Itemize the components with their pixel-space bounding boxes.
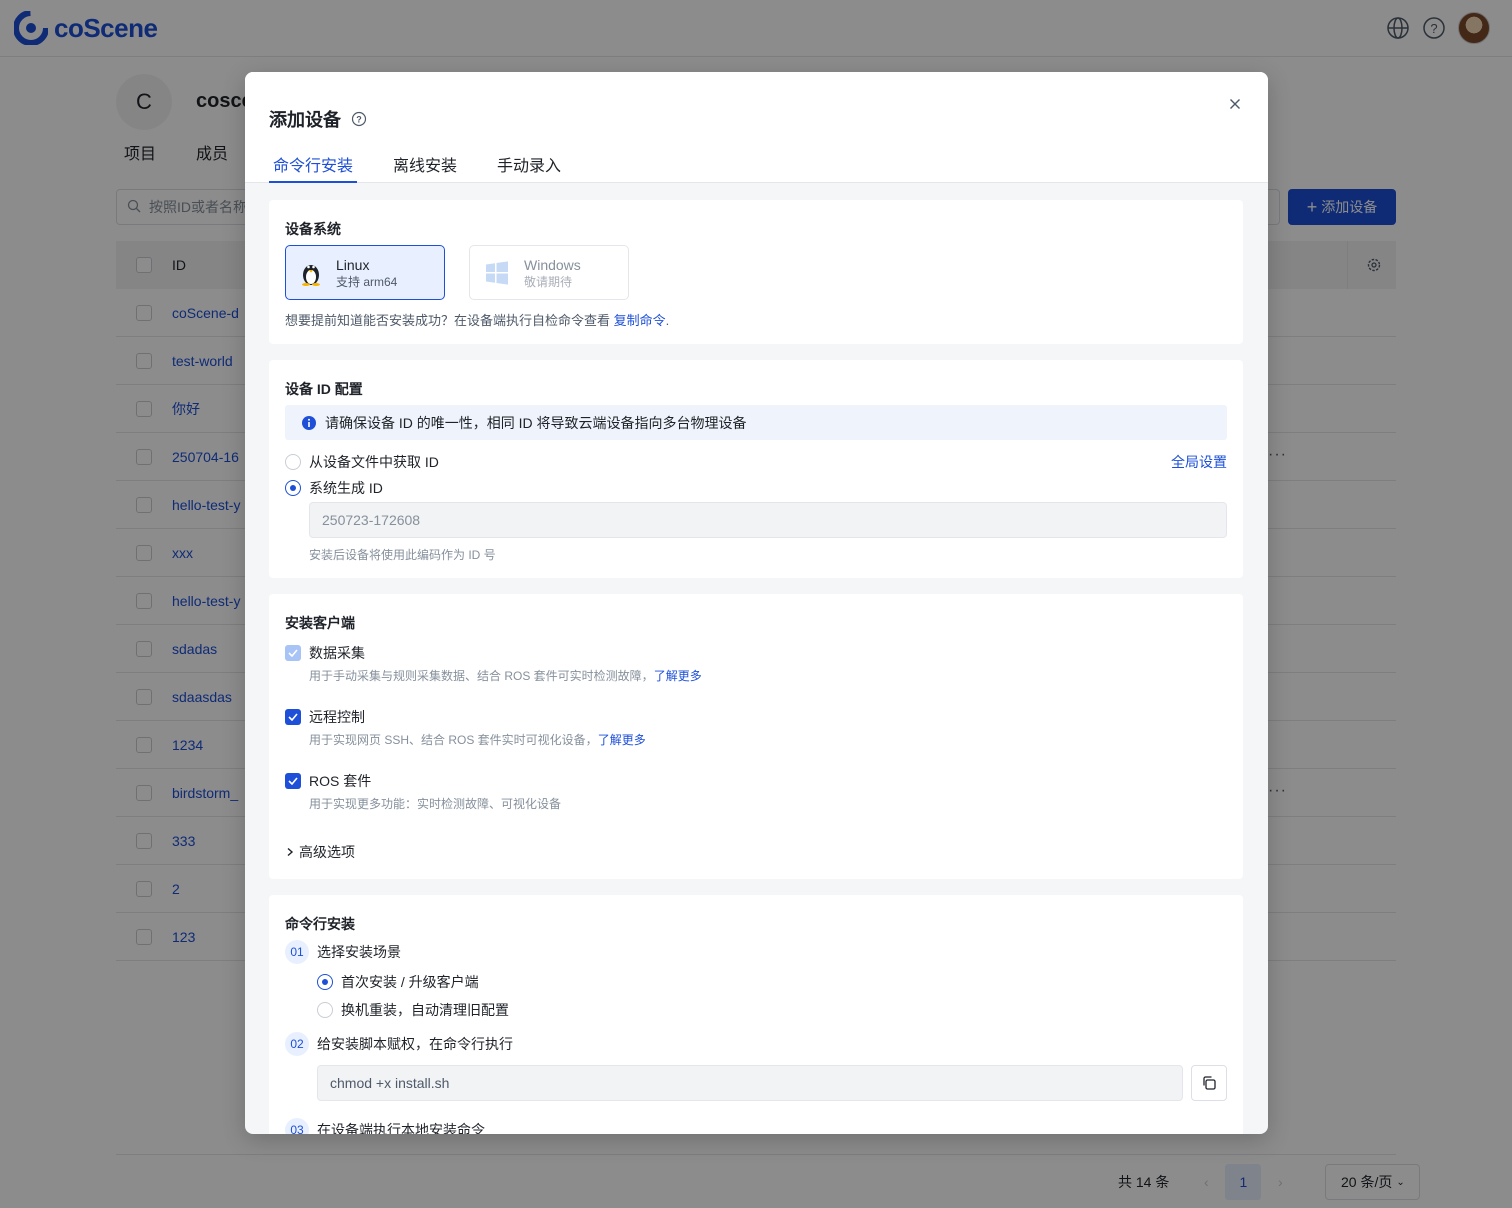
id-from-file-label: 从设备文件中获取 ID [309, 454, 439, 470]
scene-first-install-option[interactable]: 首次安装 / 升级客户端 [317, 972, 479, 992]
remote-control-checkbox[interactable] [285, 709, 301, 725]
client-card: 安装客户端 数据采集 用于手动采集与规则采集数据、结合 ROS 套件可实时检测故… [269, 594, 1243, 879]
client-data-collection: 数据采集 用于手动采集与规则采集数据、结合 ROS 套件可实时检测故障，了解更多 [285, 643, 702, 684]
uniqueness-info-bar: 请确保设备 ID 的唯一性，相同 ID 将导致云端设备指向多台物理设备 [285, 405, 1227, 440]
precheck-hint-text: 想要提前知道能否安装成功？在设备端执行自检命令查看 [285, 313, 611, 328]
copy-command-button[interactable] [1191, 1065, 1227, 1101]
os-option-windows: Windows 敬请期待 [469, 245, 629, 300]
client-ros-suite: ROS 套件 用于实现更多功能：实时检测故障、可视化设备 [285, 771, 561, 812]
learn-more-link[interactable]: 了解更多 [654, 669, 702, 683]
step-1-label: 选择安装场景 [317, 944, 401, 960]
ros-suite-checkbox[interactable] [285, 773, 301, 789]
modal-header: 添加设备 ? 命令行安装 离线安装 手动录入 [245, 72, 1268, 183]
modal-title: 添加设备 ? [269, 106, 367, 132]
data-collection-desc-text: 用于手动采集与规则采集数据、结合 ROS 套件可实时检测故障， [309, 669, 654, 683]
precheck-hint-end: . [665, 313, 670, 328]
remote-control-label: 远程控制 [309, 709, 365, 725]
windows-label: Windows [524, 256, 581, 273]
ros-suite-label: ROS 套件 [309, 773, 372, 789]
info-icon [302, 415, 316, 430]
scene-first-install-radio[interactable] [317, 974, 333, 990]
os-section-title: 设备系统 [285, 221, 341, 237]
copy-icon [1203, 1076, 1216, 1090]
data-collection-label: 数据采集 [309, 645, 365, 661]
scene-reinstall-label: 换机重装，自动清理旧配置 [341, 1002, 509, 1018]
install-tabs: 命令行安装 离线安装 手动录入 [269, 150, 597, 183]
step-2-number: 02 [285, 1032, 309, 1056]
advanced-options-toggle[interactable]: 高级选项 [285, 842, 355, 862]
checkmark-icon [288, 649, 298, 657]
tab-cli-install[interactable]: 命令行安装 [269, 150, 358, 183]
id-section-title: 设备 ID 配置 [285, 381, 363, 397]
generated-id-field[interactable]: 250723-172608 [309, 502, 1227, 538]
windows-icon [486, 260, 508, 285]
linux-penguin-icon [302, 264, 320, 286]
cli-section-title: 命令行安装 [285, 916, 355, 932]
data-collection-checkbox [285, 645, 301, 661]
os-option-linux[interactable]: Linux 支持 arm64 [285, 245, 445, 300]
remote-control-desc: 用于实现网页 SSH、结合 ROS 套件实时可视化设备，了解更多 [309, 731, 646, 748]
copy-command-link[interactable]: 复制命令 [614, 313, 666, 328]
scene-reinstall-radio[interactable] [317, 1002, 333, 1018]
client-section-title: 安装客户端 [285, 615, 355, 631]
scene-reinstall-option[interactable]: 换机重装，自动清理旧配置 [317, 1000, 509, 1020]
step-1-number: 01 [285, 940, 309, 964]
os-card: 设备系统 Linux 支持 arm64 Windows 敬请期待 想要提前知道能… [269, 200, 1243, 344]
modal-title-text: 添加设备 [269, 110, 341, 130]
ros-suite-desc: 用于实现更多功能：实时检测故障、可视化设备 [309, 797, 562, 811]
tab-offline-install[interactable]: 离线安装 [389, 150, 461, 183]
client-remote-control: 远程控制 用于实现网页 SSH、结合 ROS 套件实时可视化设备，了解更多 [285, 707, 646, 748]
step-2-label: 给安装脚本赋权，在命令行执行 [317, 1036, 513, 1052]
data-collection-desc: 用于手动采集与规则采集数据、结合 ROS 套件可实时检测故障，了解更多 [309, 667, 702, 684]
scene-first-install-label: 首次安装 / 升级客户端 [341, 974, 479, 990]
step-3-number: 03 [285, 1118, 309, 1134]
step-2: 02 给安装脚本赋权，在命令行执行 [285, 1032, 513, 1056]
advanced-options-label: 高级选项 [299, 844, 355, 860]
generated-id-note: 安装后设备将使用此编码作为 ID 号 [309, 548, 496, 562]
cli-card: 命令行安装 01 选择安装场景 首次安装 / 升级客户端 换机重装，自动清理旧配… [269, 895, 1243, 1134]
step-3-label: 在设备端执行本地安装命令 [317, 1122, 485, 1134]
svg-text:?: ? [356, 115, 362, 125]
step-1: 01 选择安装场景 [285, 940, 401, 964]
checkmark-icon [288, 713, 298, 721]
id-system-generated-label: 系统生成 ID [309, 480, 383, 496]
device-id-card: 设备 ID 配置 请确保设备 ID 的唯一性，相同 ID 将导致云端设备指向多台… [269, 360, 1243, 578]
learn-more-link[interactable]: 了解更多 [598, 733, 646, 747]
uniqueness-info-text: 请确保设备 ID 的唯一性，相同 ID 将导致云端设备指向多台物理设备 [325, 414, 747, 431]
windows-sublabel: 敬请期待 [524, 274, 573, 289]
remote-control-desc-text: 用于实现网页 SSH、结合 ROS 套件实时可视化设备， [309, 733, 598, 747]
chmod-command-field[interactable]: chmod +x install.sh [317, 1065, 1183, 1101]
help-icon[interactable]: ? [351, 111, 367, 127]
id-from-file-radio[interactable] [285, 454, 301, 470]
global-settings-link[interactable]: 全局设置 [1171, 452, 1227, 472]
id-system-generated-option[interactable]: 系统生成 ID [285, 478, 383, 498]
linux-sublabel: 支持 arm64 [336, 274, 398, 289]
id-from-file-option[interactable]: 从设备文件中获取 ID [285, 452, 439, 472]
linux-label: Linux [336, 256, 370, 273]
close-icon[interactable] [1227, 96, 1243, 112]
id-system-generated-radio[interactable] [285, 480, 301, 496]
tab-manual-entry[interactable]: 手动录入 [493, 150, 565, 183]
precheck-hint: 想要提前知道能否安装成功？在设备端执行自检命令查看 复制命令. [285, 310, 669, 329]
chevron-right-icon [287, 847, 294, 857]
add-device-modal: 添加设备 ? 命令行安装 离线安装 手动录入 设备系统 Linux 支持 arm… [245, 72, 1268, 1134]
checkmark-icon [288, 777, 298, 785]
step-3: 03 在设备端执行本地安装命令 [285, 1118, 485, 1134]
